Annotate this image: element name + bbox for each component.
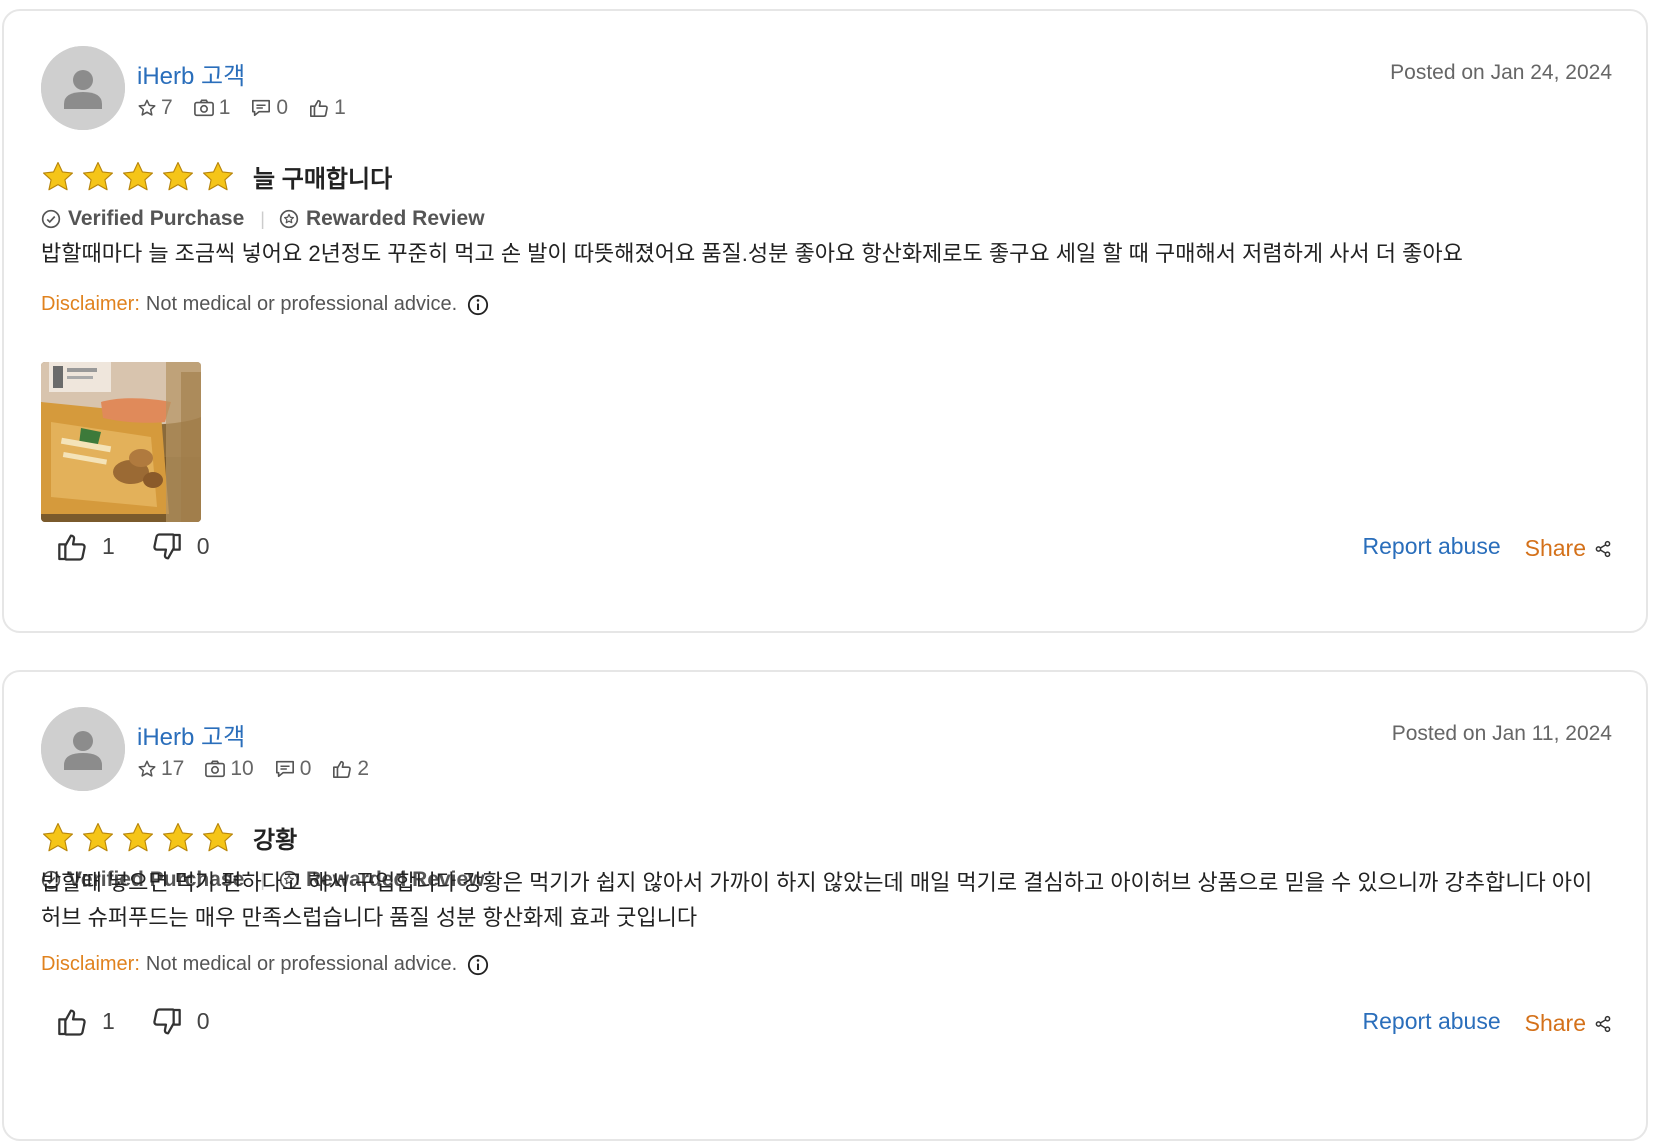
unhelpful-count: 0: [196, 533, 210, 559]
stat-photos-count: 1: [218, 96, 231, 119]
avatar: [41, 707, 125, 791]
comment-icon: [275, 760, 294, 778]
posted-date: Posted on Jan 11, 2024: [1391, 722, 1612, 745]
posted-date: Posted on Jan 24, 2024: [1390, 61, 1612, 84]
info-icon[interactable]: [467, 954, 489, 976]
author-stats: 7 1 0 1: [137, 96, 366, 120]
stat-comments: 0: [250, 96, 288, 120]
stat-stars: 17: [137, 757, 184, 781]
stat-comments: 0: [274, 757, 312, 781]
star-outline-icon: [138, 99, 156, 116]
rating-row: 늘 구매합니다: [41, 159, 392, 194]
star-filled-icon: [122, 161, 154, 190]
stat-stars: 7: [137, 96, 173, 120]
stat-photos: 10: [204, 757, 254, 781]
comment-icon: [252, 99, 271, 117]
review-card: iHerb 고객 7 1 0 1 Posted on Jan 24, 2024 …: [2, 9, 1648, 633]
star-filled-icon: [42, 161, 74, 190]
disclaimer-label: Disclaimer:: [41, 293, 140, 315]
thumbs-up-icon: [58, 534, 86, 561]
user-icon: [41, 46, 125, 130]
disclaimer: Disclaimer: Not medical or professional …: [41, 293, 489, 316]
review-actions: 1 0 Report abuse Share: [56, 531, 1612, 562]
stat-comments-count: 0: [276, 96, 289, 119]
thumbs-up-icon: [333, 760, 352, 778]
star-filled-icon: [202, 161, 234, 190]
stat-photos: 1: [193, 96, 231, 120]
thumbs-up-icon: [58, 1009, 86, 1036]
rating-row: 강황: [41, 820, 297, 855]
helpful-button[interactable]: 1: [56, 532, 115, 562]
disclaimer-label: Disclaimer:: [41, 953, 140, 975]
review-text: 밥할때 넣으면 먹기 편하다고 해서 구입합니다 강황은 먹기가 쉽지 않아서 …: [41, 870, 1593, 930]
review-badges: Verified Purchase | Rewarded Review: [41, 207, 485, 231]
star-filled-icon: [202, 822, 234, 851]
unhelpful-button[interactable]: 0: [151, 532, 210, 562]
author-name[interactable]: iHerb 고객: [137, 717, 245, 752]
helpful-button[interactable]: 1: [56, 1007, 115, 1037]
rewarded-review-badge: Rewarded Review: [279, 207, 485, 231]
share-button[interactable]: Share: [1525, 1010, 1612, 1037]
stat-photos-count: 10: [230, 757, 254, 780]
helpful-count: 1: [102, 1008, 115, 1034]
review-card: iHerb 고객 17 10 0 2 Posted on Jan 11, 202…: [2, 670, 1648, 1141]
stat-comments-count: 0: [299, 757, 312, 780]
camera-icon: [193, 99, 214, 117]
share-button[interactable]: Share: [1525, 535, 1612, 562]
product-photo: [41, 362, 201, 522]
star-filled-icon: [162, 161, 194, 190]
author-name[interactable]: iHerb 고객: [137, 56, 245, 91]
thumbs-down-icon: [153, 532, 181, 559]
stat-likes-count: 2: [357, 757, 370, 780]
star-filled-icon: [122, 822, 154, 851]
star-rating: [41, 821, 241, 855]
disclaimer: Disclaimer: Not medical or professional …: [41, 953, 489, 976]
star-outline-icon: [138, 760, 156, 777]
share-icon: [1595, 1015, 1611, 1032]
unhelpful-button[interactable]: 0: [151, 1007, 210, 1037]
avatar: [41, 46, 125, 130]
stat-likes-count: 1: [334, 96, 346, 119]
info-icon[interactable]: [467, 294, 489, 316]
stat-stars-count: 7: [161, 96, 173, 119]
report-abuse-link[interactable]: Report abuse: [1363, 1008, 1501, 1035]
thumbs-up-icon: [310, 99, 328, 117]
unhelpful-count: 0: [196, 1008, 210, 1034]
verified-purchase-badge: Verified Purchase: [41, 207, 244, 231]
review-actions: 1 0 Report abuse Share: [56, 1006, 1612, 1037]
share-label: Share: [1524, 1010, 1586, 1036]
review-text: 밥할때마다 늘 조금씩 넣어요 2년정도 꾸준히 먹고 손 발이 따뜻해졌어요 …: [41, 241, 1463, 266]
review-title: 강황: [253, 827, 298, 854]
stat-likes: 1: [308, 96, 346, 120]
helpful-count: 1: [102, 533, 115, 559]
star-filled-icon: [82, 822, 114, 851]
report-abuse-link[interactable]: Report abuse: [1363, 533, 1501, 560]
thumbs-down-icon: [153, 1007, 181, 1034]
badge-divider: |: [260, 208, 265, 229]
share-icon: [1595, 540, 1611, 557]
author-stats: 17 10 0 2: [137, 757, 389, 781]
stat-likes: 2: [331, 757, 369, 781]
rewarded-review-label: Rewarded Review: [305, 207, 485, 230]
disclaimer-text: Not medical or professional advice.: [145, 293, 458, 315]
camera-icon: [205, 760, 226, 778]
star-rating: [41, 160, 241, 194]
reward-star-icon: [279, 209, 299, 229]
star-filled-icon: [162, 822, 194, 851]
review-photo-thumbnail[interactable]: [41, 362, 201, 522]
star-filled-icon: [82, 161, 114, 190]
verified-purchase-label: Verified Purchase: [68, 207, 245, 230]
stat-stars-count: 17: [161, 757, 185, 780]
user-icon: [41, 707, 125, 791]
review-title: 늘 구매합니다: [253, 166, 393, 193]
share-label: Share: [1524, 535, 1586, 561]
disclaimer-text: Not medical or professional advice.: [145, 953, 458, 975]
check-circle-icon: [41, 209, 61, 229]
star-filled-icon: [42, 822, 74, 851]
